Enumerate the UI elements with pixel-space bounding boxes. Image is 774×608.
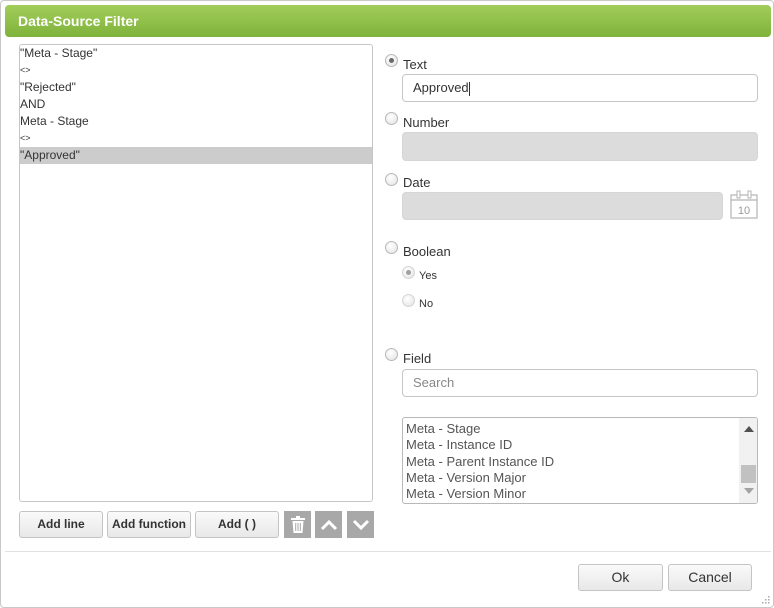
calendar-icon: 10 bbox=[730, 190, 758, 219]
field-list-item[interactable]: Meta - Version Minor bbox=[403, 486, 554, 502]
chevron-up-icon bbox=[320, 519, 337, 530]
expression-line-text: AND bbox=[20, 97, 46, 111]
date-type-label: Date bbox=[403, 175, 431, 190]
field-list-item[interactable]: Meta - Version Major bbox=[403, 470, 554, 486]
boolean-no-label: No bbox=[419, 298, 434, 310]
boolean-type-label: Boolean bbox=[403, 244, 451, 259]
expression-list[interactable]: "Meta - Stage" <> "Rejected" AND Meta - … bbox=[19, 44, 373, 502]
dialog-title: Data-Source Filter bbox=[18, 13, 139, 29]
date-picker-button[interactable]: 10 bbox=[730, 190, 758, 219]
date-type-radio[interactable] bbox=[385, 173, 398, 186]
field-list-item[interactable]: Meta - Stage bbox=[403, 421, 554, 437]
text-value-input[interactable]: Approved bbox=[402, 74, 758, 102]
boolean-no-radio[interactable] bbox=[402, 294, 415, 307]
data-source-filter-dialog: Data-Source Filter "Meta - Stage" <> "Re… bbox=[0, 0, 774, 608]
boolean-yes-label: Yes bbox=[419, 270, 437, 282]
svg-text:10: 10 bbox=[738, 205, 750, 217]
expression-line-text: Meta - Stage bbox=[20, 114, 89, 128]
field-list-scrollbar[interactable] bbox=[739, 418, 757, 503]
cancel-button[interactable]: Cancel bbox=[668, 564, 752, 591]
add-parentheses-button[interactable]: Add ( ) bbox=[195, 511, 279, 538]
text-cursor bbox=[468, 81, 470, 96]
number-type-label: Number bbox=[403, 115, 450, 130]
ok-button[interactable]: Ok bbox=[578, 564, 663, 591]
expression-line-text: <> bbox=[20, 65, 31, 75]
add-line-button[interactable]: Add line bbox=[19, 511, 103, 538]
expression-line[interactable]: <> bbox=[20, 130, 372, 147]
move-up-button[interactable] bbox=[315, 511, 342, 538]
footer-divider bbox=[5, 551, 771, 552]
number-type-radio[interactable] bbox=[385, 112, 398, 125]
expression-line[interactable]: Meta - Stage bbox=[20, 113, 372, 130]
expression-line[interactable]: "Meta - Stage" bbox=[20, 45, 372, 62]
expression-line-selected[interactable]: "Approved" bbox=[20, 147, 372, 164]
expression-line[interactable]: AND bbox=[20, 96, 372, 113]
expression-line-text: "Approved" bbox=[20, 148, 80, 162]
chevron-down-icon bbox=[352, 519, 369, 530]
field-list-item[interactable]: Meta - Instance ID bbox=[403, 437, 554, 453]
boolean-type-radio[interactable] bbox=[385, 241, 398, 254]
number-value-input[interactable] bbox=[402, 132, 758, 161]
dialog-title-bar[interactable]: Data-Source Filter bbox=[5, 5, 771, 37]
field-type-radio[interactable] bbox=[385, 348, 398, 361]
field-list[interactable]: Meta - Stage Meta - Instance ID Meta - P… bbox=[402, 417, 758, 504]
expression-line-text: "Meta - Stage" bbox=[20, 46, 98, 60]
scroll-thumb[interactable] bbox=[741, 465, 756, 483]
resize-grip-icon[interactable] bbox=[761, 595, 770, 604]
text-type-radio[interactable] bbox=[385, 54, 398, 67]
text-type-label: Text bbox=[403, 57, 427, 72]
add-function-button[interactable]: Add function bbox=[107, 511, 191, 538]
date-value-input[interactable] bbox=[402, 192, 723, 220]
field-type-label: Field bbox=[403, 351, 432, 366]
text-value: Approved bbox=[413, 80, 469, 95]
scroll-down-arrow-icon[interactable] bbox=[744, 488, 754, 494]
scroll-up-arrow-icon[interactable] bbox=[744, 426, 754, 432]
expression-line-text: <> bbox=[20, 133, 31, 143]
field-search-input[interactable]: Search bbox=[402, 369, 758, 397]
field-search-placeholder: Search bbox=[413, 375, 455, 390]
trash-icon bbox=[290, 516, 305, 533]
expression-line[interactable]: <> bbox=[20, 62, 372, 79]
expression-line-text: "Rejected" bbox=[20, 80, 76, 94]
expression-line[interactable]: "Rejected" bbox=[20, 79, 372, 96]
boolean-yes-radio[interactable] bbox=[402, 266, 415, 279]
field-list-item[interactable]: Meta - Parent Instance ID bbox=[403, 454, 554, 470]
move-down-button[interactable] bbox=[347, 511, 374, 538]
delete-line-button[interactable] bbox=[284, 511, 311, 538]
